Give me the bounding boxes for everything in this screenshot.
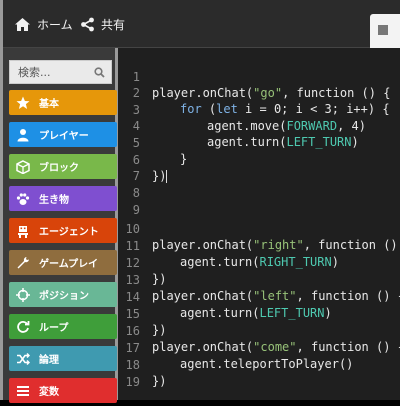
code-line: 10 player.onChat("right", function () {	[118, 205, 398, 252]
shuffle-icon	[15, 351, 31, 367]
person-icon	[15, 127, 31, 143]
robot-icon	[15, 223, 31, 239]
category-gameplay[interactable]: ゲームプレイ	[9, 250, 117, 275]
share-button[interactable]: 共有	[80, 13, 125, 35]
wrench-icon	[15, 255, 31, 271]
line-number: 19	[125, 375, 140, 389]
category-logic[interactable]: 論理	[9, 346, 117, 371]
share-icon	[81, 17, 94, 31]
share-label: 共有	[101, 17, 126, 32]
category-loops[interactable]: ループ	[9, 314, 117, 339]
code-line: 6 })	[118, 136, 168, 183]
home-button[interactable]: ホーム	[14, 13, 73, 35]
list-icon	[15, 383, 31, 399]
category-variables[interactable]: 変数	[9, 378, 117, 403]
code-line: 9	[118, 186, 147, 217]
category-blocks[interactable]: ブロック	[9, 154, 117, 179]
search-input[interactable]	[18, 65, 90, 79]
paw-icon	[15, 191, 31, 207]
window-edge	[0, 0, 3, 48]
cube-icon	[15, 159, 31, 175]
code-line: 7	[118, 152, 147, 183]
top-bar: ホーム 共有	[0, 0, 400, 48]
code-line: 14 agent.turn(LEFT_TURN)	[118, 273, 332, 320]
code-line: 19	[118, 358, 147, 389]
code-line: 17 agent.teleportToPlayer()	[118, 324, 354, 371]
home-icon	[15, 17, 30, 31]
text-cursor	[166, 170, 168, 183]
code-line: 15 })	[118, 290, 167, 337]
code-line: 12 })	[118, 239, 167, 286]
code-line: 2 for (let i = 0; i < 3; i++) {	[118, 69, 390, 116]
toolbox-search[interactable]	[9, 60, 112, 84]
home-label: ホーム	[37, 17, 73, 32]
code-line: 3 agent.move(FORWARD, 4)	[118, 86, 366, 133]
menu-icon	[378, 25, 388, 35]
loop-icon	[15, 319, 31, 335]
code-line: 16 player.onChat("come", function () {	[118, 307, 400, 354]
code-line: 4 agent.turn(LEFT_TURN)	[118, 102, 359, 149]
search-icon	[94, 67, 105, 78]
category-agent[interactable]: エージェント	[9, 218, 117, 243]
code-line: 11 agent.turn(RIGHT_TURN)	[118, 222, 339, 269]
code-line: 1 player.onChat("go", function () {	[118, 53, 391, 100]
category-basic[interactable]: 基本	[9, 90, 117, 115]
code-line: 5 }	[118, 119, 187, 166]
category-mobs[interactable]: 生き物	[9, 186, 117, 211]
code-editor[interactable]: 1 player.onChat("go", function () { 2 fo…	[118, 48, 400, 400]
code-line: 8	[118, 169, 147, 200]
corner-menu-button[interactable]	[370, 14, 400, 48]
toolbox: 基本 プレイヤー ブロック 生き物 エージェント ゲームプレイ ポジション	[0, 48, 118, 403]
star-icon	[15, 95, 31, 111]
crosshair-icon	[15, 287, 31, 303]
code-line: 18 })	[118, 341, 167, 388]
code-line: 13 player.onChat("left", function () {	[118, 256, 400, 303]
category-positions[interactable]: ポジション	[9, 282, 117, 307]
category-player[interactable]: プレイヤー	[9, 122, 117, 147]
